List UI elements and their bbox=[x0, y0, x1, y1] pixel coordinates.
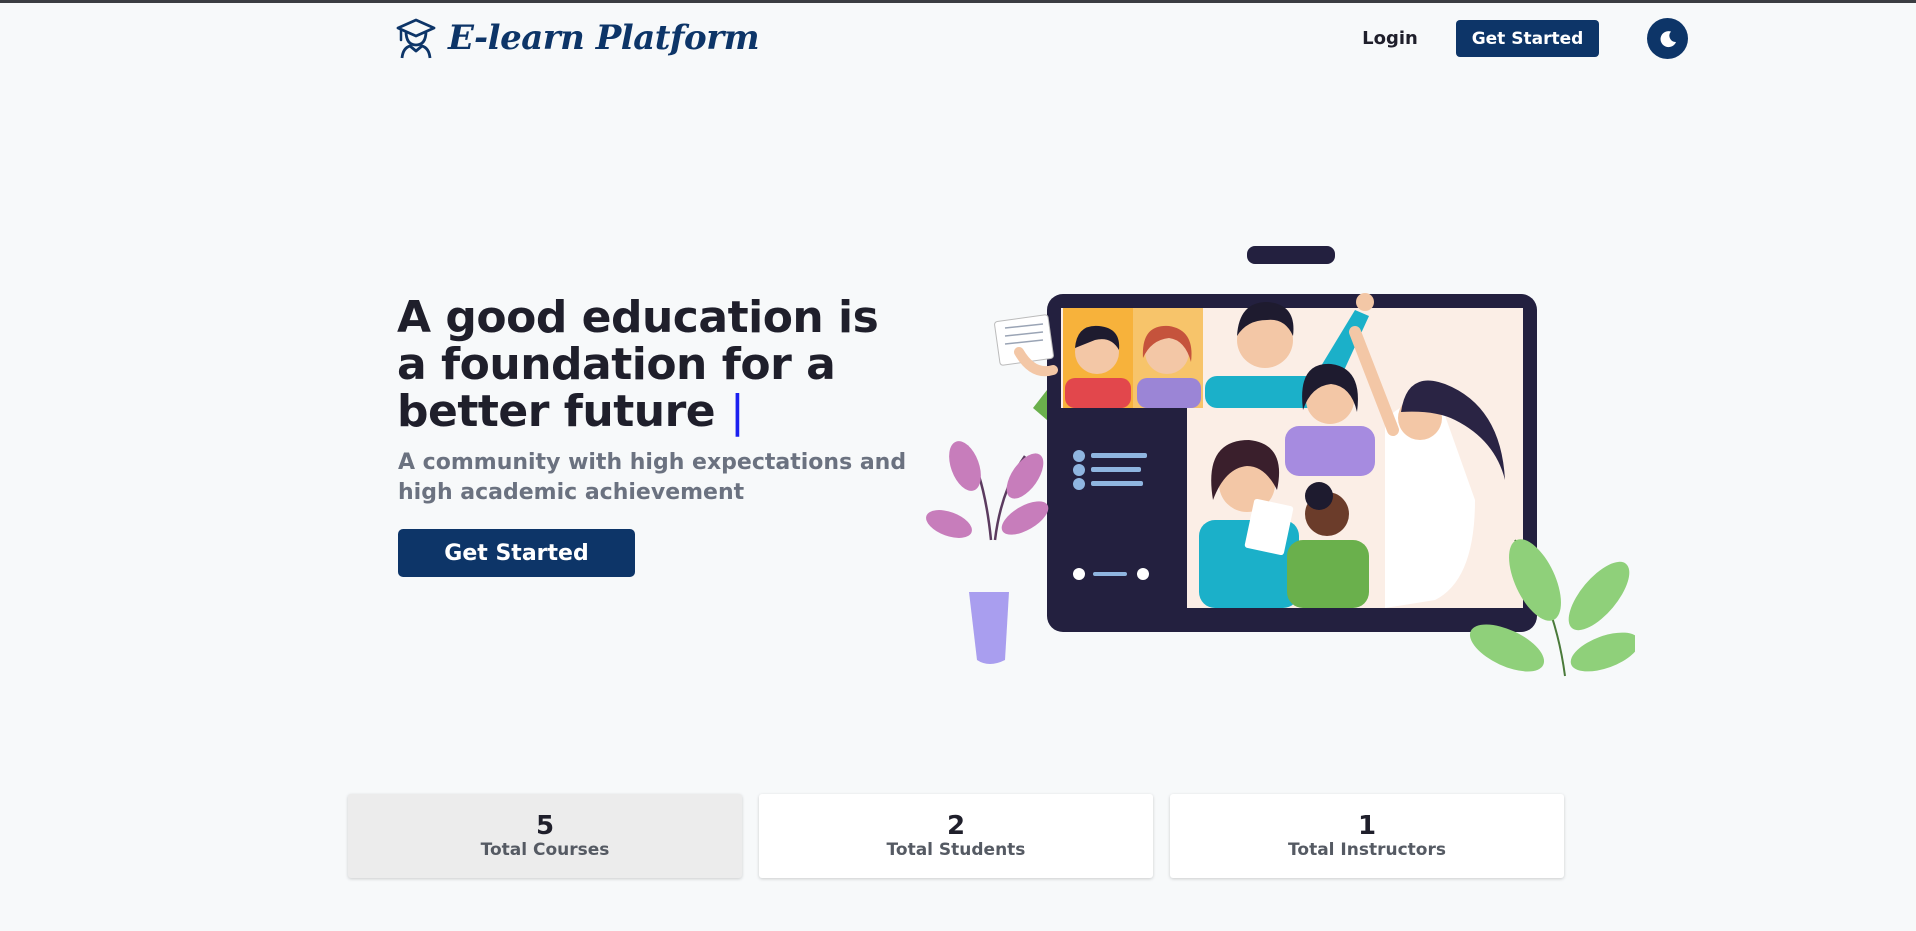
window-top-border bbox=[0, 0, 1916, 3]
stat-value: 5 bbox=[535, 811, 555, 841]
typing-cursor: | bbox=[729, 386, 745, 437]
stat-label: Total Students bbox=[886, 840, 1026, 860]
theme-toggle-button[interactable] bbox=[1647, 18, 1688, 59]
moon-icon bbox=[1660, 30, 1676, 47]
brand-logo-link[interactable]: E-learn Platform bbox=[394, 16, 760, 60]
hero-title-text: A good education is a foundation for a b… bbox=[397, 292, 879, 437]
hero-get-started-button[interactable]: Get Started bbox=[398, 529, 635, 577]
stat-card-students[interactable]: 2 Total Students bbox=[759, 794, 1153, 878]
stat-card-instructors[interactable]: 1 Total Instructors bbox=[1170, 794, 1564, 878]
stat-label: Total Instructors bbox=[1288, 840, 1446, 860]
brand-name: E-learn Platform bbox=[448, 18, 760, 58]
login-link[interactable]: Login bbox=[1352, 24, 1428, 54]
stat-value: 1 bbox=[1357, 811, 1377, 841]
graduation-student-icon bbox=[396, 18, 436, 59]
stat-value: 2 bbox=[946, 811, 966, 841]
stat-label: Total Courses bbox=[480, 840, 610, 860]
header-get-started-button[interactable]: Get Started bbox=[1456, 20, 1599, 57]
online-class-illustration bbox=[926, 246, 1635, 677]
hero-title: A good education is a foundation for a b… bbox=[397, 294, 917, 435]
hero-subtitle: A community with high expectations and h… bbox=[398, 450, 907, 505]
stat-card-courses[interactable]: 5 Total Courses bbox=[348, 794, 742, 878]
